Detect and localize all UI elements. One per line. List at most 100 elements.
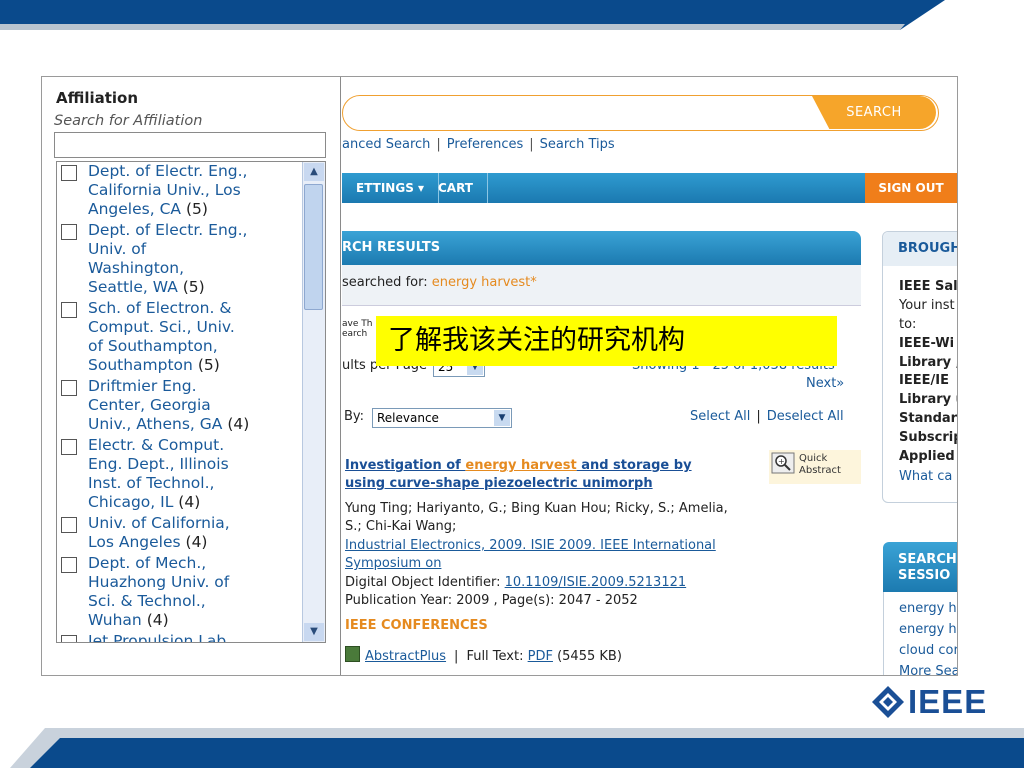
affiliation-line: Driftmier Eng. [88, 377, 197, 395]
document-icon [345, 646, 360, 662]
top-banner [0, 0, 945, 30]
affiliation-checkbox[interactable] [61, 302, 77, 318]
deselect-all-link[interactable]: Deselect All [767, 409, 844, 424]
abstractplus-link[interactable]: AbstractPlus [365, 649, 446, 664]
result-type: IEEE CONFERENCES [345, 618, 488, 633]
doi-link[interactable]: 10.1109/ISIE.2009.5213121 [505, 575, 687, 590]
svg-text:+: + [778, 457, 785, 466]
affiliation-line: Sci. & Technol., [88, 592, 206, 610]
quick-abstract-label: Quick Abstract [799, 453, 841, 476]
result-title-highlight[interactable]: energy harvest [465, 458, 576, 473]
sign-out-button[interactable]: SIGN OUT [865, 173, 957, 203]
affiliation-line: Seattle, WA (5) [88, 278, 205, 296]
bottom-banner [10, 728, 1024, 768]
institution-line: Applied [899, 449, 955, 464]
affiliation-search-input[interactable] [54, 132, 326, 158]
affiliation-checkbox[interactable] [61, 439, 77, 455]
session-link[interactable]: More Sea [899, 664, 957, 675]
zoom-icon: + [771, 452, 795, 474]
searched-for-label: searched for: [342, 275, 428, 290]
affiliation-count: (4) [178, 493, 201, 511]
affiliation-line: Sch. of Electron. & [88, 299, 232, 317]
affiliation-line: Huazhong Univ. of [88, 573, 230, 591]
affiliation-line: Eng. Dept., Illinois [88, 455, 229, 473]
institution-line: IEEE-Wi [899, 336, 955, 351]
session-link[interactable]: energy h [899, 622, 957, 637]
affiliation-line: Jet Propulsion Lab. [88, 632, 232, 643]
affiliation-panel: Affiliation Search for Affiliation Dept.… [42, 77, 341, 675]
institution-line: Library , [899, 355, 958, 370]
affiliation-line: Angeles, CA (5) [88, 200, 208, 218]
session-link[interactable]: cloud cor [899, 643, 957, 658]
browser-screenshot: SEARCH anced Search | Preferences | Search T… [41, 76, 958, 676]
affiliation-checkbox[interactable] [61, 224, 77, 240]
scroll-down-icon[interactable]: ▼ [304, 623, 324, 641]
save-search-link[interactable]: ave Th earch [342, 319, 372, 339]
institution-line[interactable]: What ca [899, 469, 952, 484]
affiliation-checkbox[interactable] [61, 635, 77, 642]
affiliation-line: Chicago, IL (4) [88, 493, 201, 511]
affiliation-line: Washington, [88, 259, 185, 277]
affiliation-checkbox[interactable] [61, 165, 77, 181]
affiliation-line: Dept. of Mech., [88, 554, 207, 572]
pdf-size: (5455 KB) [557, 649, 622, 664]
advanced-search-link[interactable]: anced Search [342, 137, 430, 152]
callout-label: 了解我该关注的研究机构 [376, 316, 837, 366]
ieee-logo: IEEE [870, 684, 995, 720]
affiliation-count: (4) [146, 611, 169, 629]
result-venue-link[interactable]: Industrial Electronics, 2009. ISIE 2009.… [345, 538, 716, 553]
searched-for-box: searched for: energy harvest* [342, 265, 861, 306]
affiliation-line: Dept. of Electr. Eng., [88, 162, 248, 180]
affiliation-count: (5) [185, 200, 208, 218]
preferences-link[interactable]: Preferences [447, 137, 523, 152]
panel-title: Affiliation [56, 89, 139, 107]
affiliation-count: (5) [197, 356, 220, 374]
panel-search-label: Search for Affiliation [54, 113, 203, 129]
institution-line: Your inst [899, 298, 955, 313]
result-authors: Yung Ting; Hariyanto, G.; Bing Kuan Hou;… [345, 501, 728, 516]
scroll-thumb[interactable] [304, 184, 323, 310]
select-all-link[interactable]: Select All [690, 409, 750, 424]
results-header: RCH RESULTS [342, 231, 861, 265]
affiliation-line: Inst. of Technol., [88, 474, 215, 492]
result-title-part[interactable]: and storage by [577, 458, 691, 473]
institution-line: Subscrip [899, 430, 958, 445]
institution-line: Library u [899, 392, 957, 407]
result-venue-link[interactable]: Symposium on [345, 556, 441, 571]
result-title-part[interactable]: Investigation of [345, 458, 465, 473]
affiliation-line: of Southampton, [88, 337, 218, 355]
ieee-diamond-icon [872, 686, 904, 718]
pdf-link[interactable]: PDF [528, 649, 553, 664]
affiliation-checkbox[interactable] [61, 517, 77, 533]
affiliation-count: (4) [227, 415, 250, 433]
result-title-part[interactable]: using curve-shape piezoelectric unimorph [345, 476, 653, 491]
affiliation-line: Wuhan (4) [88, 611, 169, 629]
affiliation-list: Dept. of Electr. Eng., California Univ., … [56, 161, 326, 643]
scrollbar[interactable]: ▲ ▼ [302, 162, 325, 642]
affiliation-line: Univ., Athens, GA (4) [88, 415, 250, 433]
search-button[interactable]: SEARCH [812, 96, 936, 129]
scroll-up-icon[interactable]: ▲ [304, 163, 324, 181]
session-link[interactable]: energy h [899, 601, 957, 616]
institution-line: Standar [899, 411, 958, 426]
ieee-logo-text: IEEE [908, 683, 988, 720]
institution-line: to: [899, 317, 917, 332]
affiliation-checkbox[interactable] [61, 380, 77, 396]
next-link[interactable]: Next» [806, 376, 844, 391]
search-session-header: SEARCH SESSIO [883, 542, 957, 592]
result-pubyear: Publication Year: 2009 , Page(s): 2047 -… [345, 593, 638, 608]
sort-label: By: [344, 409, 365, 424]
result-authors: S.; Chi-Kai Wang; [345, 519, 457, 534]
affiliation-checkbox[interactable] [61, 557, 77, 573]
quick-abstract-button[interactable]: + Quick Abstract [769, 450, 861, 484]
affiliation-line: Dept. of Electr. Eng., [88, 221, 248, 239]
affiliation-line: Los Angeles (4) [88, 533, 208, 551]
nav-cart[interactable]: CART [424, 173, 488, 203]
affiliation-line: Comput. Sci., Univ. [88, 318, 235, 336]
fulltext-label: Full Text: [466, 649, 524, 664]
affiliation-count: (5) [182, 278, 205, 296]
sort-select[interactable]: Relevance ▼ [372, 408, 512, 428]
institution-line: IEEE Sal [899, 279, 958, 294]
doi-label: Digital Object Identifier: [345, 575, 501, 590]
search-tips-link[interactable]: Search Tips [540, 137, 615, 152]
